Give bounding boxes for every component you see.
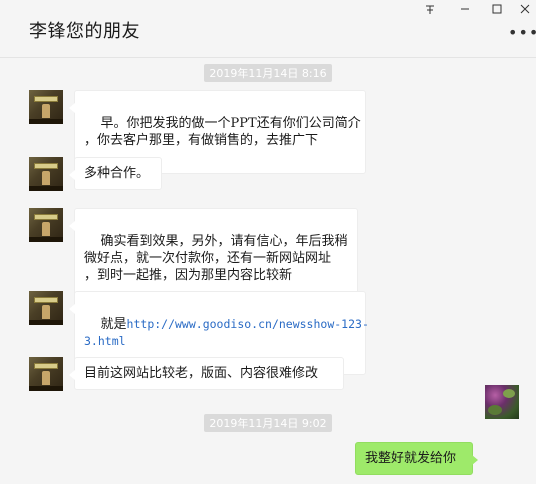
title-bar: 李锋您的朋友 ••• bbox=[0, 0, 536, 58]
message-text: 我整好就发给你 bbox=[365, 451, 457, 466]
message-bubble[interactable]: 多种合作。 bbox=[69, 157, 162, 190]
contact-avatar[interactable] bbox=[29, 157, 63, 191]
self-avatar[interactable] bbox=[485, 385, 519, 419]
timestamp: 2019年11月14日 8:16 bbox=[0, 62, 536, 82]
chat-area[interactable]: 2019年11月14日 8:16 早。你把发我的做一个PPT还有你们公司简介 ，… bbox=[0, 58, 536, 484]
timestamp-label: 2019年11月14日 9:02 bbox=[204, 414, 332, 432]
message-text: 早。你把发我的做一个PPT还有你们公司简介 ，你去客户那里，有做销售的，去推广下 bbox=[84, 116, 361, 148]
minimize-icon[interactable] bbox=[453, 2, 477, 20]
more-icon[interactable]: ••• bbox=[508, 25, 536, 45]
message-text: 多种合作。 bbox=[84, 166, 150, 181]
close-icon[interactable] bbox=[513, 2, 536, 20]
pin-icon[interactable] bbox=[418, 2, 442, 20]
timestamp-label: 2019年11月14日 8:16 bbox=[204, 64, 332, 82]
message-text: 确实看到效果，另外，请有信心，年后我稍 微好点，就一次付款你，还有一新网站网址 … bbox=[84, 234, 348, 283]
maximize-icon[interactable] bbox=[485, 2, 509, 20]
contact-avatar[interactable] bbox=[29, 208, 63, 242]
message-bubble[interactable]: 目前这网站比较老，版面、内容很难修改 bbox=[69, 357, 344, 390]
message-link[interactable]: http://www.goodiso.cn/newsshow-123- 3.ht… bbox=[84, 317, 369, 348]
chat-title: 李锋您的朋友 bbox=[29, 21, 140, 42]
contact-avatar[interactable] bbox=[29, 357, 63, 391]
message-text: 就是 bbox=[100, 317, 127, 332]
contact-avatar[interactable] bbox=[29, 291, 63, 325]
timestamp: 2019年11月14日 9:02 bbox=[0, 412, 536, 432]
contact-avatar[interactable] bbox=[29, 90, 63, 124]
message-text: 目前这网站比较老，版面、内容很难修改 bbox=[84, 366, 319, 381]
message-bubble-self[interactable]: 我整好就发给你 bbox=[355, 442, 478, 475]
